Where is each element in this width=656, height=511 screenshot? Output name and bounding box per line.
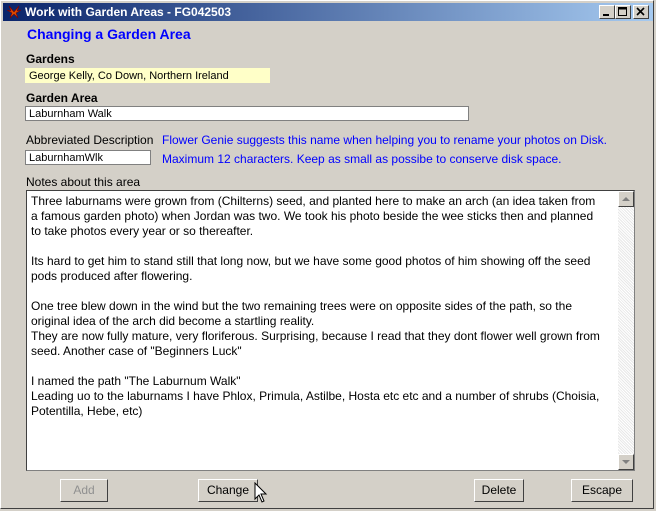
mouse-cursor-icon — [254, 482, 268, 503]
abbreviated-hint-rename: Flower Genie suggests this name when hel… — [162, 133, 607, 147]
window-controls — [599, 5, 649, 19]
minimize-icon — [603, 14, 609, 16]
abbreviated-description-input[interactable]: LaburnhamWlk — [25, 150, 151, 165]
flower-genie-icon — [7, 5, 21, 19]
abbreviated-hint-max: Maximum 12 characters. Keep as small as … — [162, 152, 562, 166]
minimize-button[interactable] — [599, 5, 615, 19]
page-heading: Changing a Garden Area — [27, 26, 191, 42]
scroll-down-button[interactable] — [618, 454, 634, 470]
gardens-field[interactable]: George Kelly, Co Down, Northern Ireland — [25, 68, 270, 83]
app-window: Work with Garden Areas - FG042503 Changi… — [0, 0, 654, 509]
close-icon — [636, 7, 645, 16]
window-title: Work with Garden Areas - FG042503 — [25, 5, 232, 19]
arrow-up-icon — [622, 197, 630, 201]
maximize-icon — [618, 7, 627, 16]
abbreviated-description-label: Abbreviated Description — [26, 133, 154, 147]
add-button[interactable]: Add — [60, 479, 108, 502]
title-bar[interactable]: Work with Garden Areas - FG042503 — [3, 3, 653, 21]
delete-button[interactable]: Delete — [474, 479, 524, 502]
notes-textarea[interactable]: Three laburnams were grown from (Chilter… — [26, 190, 635, 471]
garden-area-input[interactable]: Laburnham Walk — [25, 106, 469, 121]
gardens-label: Gardens — [26, 52, 75, 66]
notes-scrollbar[interactable] — [618, 191, 634, 470]
close-button[interactable] — [633, 5, 649, 19]
notes-label: Notes about this area — [26, 175, 141, 189]
notes-text[interactable]: Three laburnams were grown from (Chilter… — [31, 194, 616, 468]
maximize-button[interactable] — [615, 5, 631, 19]
escape-button[interactable]: Escape — [571, 479, 633, 502]
garden-area-label: Garden Area — [26, 91, 98, 105]
change-button[interactable]: Change — [198, 479, 258, 502]
arrow-down-icon — [622, 460, 630, 464]
scroll-up-button[interactable] — [618, 191, 634, 207]
